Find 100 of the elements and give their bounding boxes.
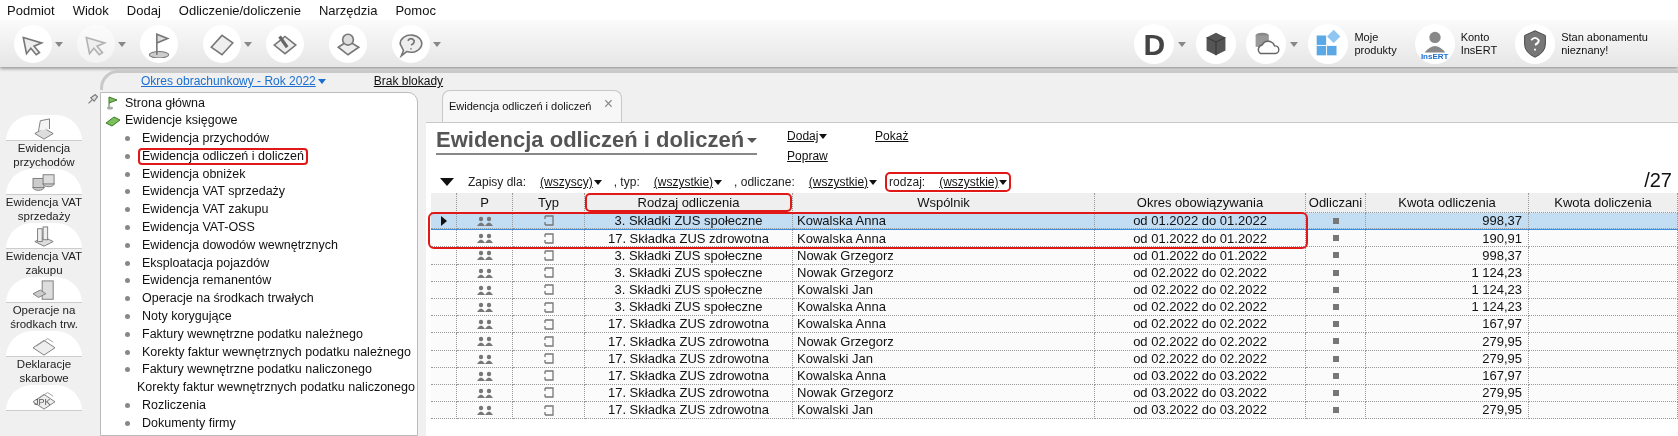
page-title[interactable]: Ewidencja odliczeń i doliczeń [436, 127, 758, 155]
shortcut-label[interactable]: Deklaracje skarbowe [4, 357, 84, 385]
shortcut-button[interactable] [6, 115, 82, 141]
record-type-icon [543, 267, 554, 279]
tree-item[interactable]: Rozliczenia [138, 396, 210, 414]
record-type-icon [543, 301, 554, 313]
tree-item[interactable]: Ewidencja dowodów wewnętrznych [138, 236, 342, 254]
table-cell: 1 124,23 [1471, 281, 1522, 298]
column-header[interactable]: Odliczani [1306, 193, 1365, 212]
toolbar-button[interactable] [203, 25, 241, 63]
tree-item[interactable]: Ewidencje księgowe [125, 111, 238, 131]
shortcut-label[interactable]: Operacje na środkach trw. [4, 303, 84, 331]
period-link[interactable]: Okres obrachunkowy - Rok 2022 [141, 72, 326, 90]
table-cell: 998,37 [1482, 247, 1522, 264]
filter-dropdown[interactable]: (wszystkie) [653, 173, 723, 191]
people-icon [476, 319, 493, 330]
menu-item[interactable]: Dodaj [126, 0, 161, 21]
caret-icon[interactable] [1290, 41, 1299, 47]
table-row[interactable]: 17. Składka ZUS zdrowotna Kowalski Jan od 03.2022 do 03.2022 279,95 [431, 402, 1678, 420]
tree-item[interactable]: Faktury wewnętrzne podatku naliczonego [138, 361, 376, 379]
column-header[interactable]: P [474, 193, 495, 212]
shortcut-button[interactable] [6, 331, 82, 357]
toolbar-button[interactable]: D [1134, 24, 1175, 64]
table-row[interactable]: 17. Składka ZUS zdrowotna Kowalska Anna od 02.2022 do 02.2022 167,97 [431, 316, 1678, 334]
filter-dropdown[interactable]: (wszystkie) [808, 173, 878, 191]
action-link[interactable]: Dodaj [787, 127, 876, 145]
lock-status-link[interactable]: Brak blokady [373, 72, 444, 90]
table-cell: od 02.2022 do 02.2022 [1133, 333, 1267, 350]
caret-icon[interactable] [1178, 41, 1187, 47]
menu-item[interactable]: Widok [72, 0, 109, 21]
tree-item[interactable]: Ewidencja odliczeń i doliczeń [138, 147, 308, 165]
caret-icon[interactable] [433, 41, 441, 47]
menu-item[interactable]: Narzędzia [318, 0, 378, 21]
tree-item[interactable]: Operacje na środkach trwałych [138, 290, 318, 308]
table-cell: 3. Składki ZUS społeczne [614, 247, 763, 264]
toolbar-button[interactable] [1196, 24, 1237, 64]
caret-icon[interactable] [244, 41, 252, 47]
shortcut-button[interactable] [6, 277, 82, 303]
table-cell: 17. Składka ZUS zdrowotna [607, 384, 770, 402]
toolbar-button[interactable] [14, 25, 52, 63]
toolbar-button[interactable] [392, 25, 430, 63]
table-row[interactable]: 3. Składki ZUS społeczne Nowak Grzegorz od 01.2022 do 01.2022 998,37 [431, 247, 1678, 265]
filter-dropdown[interactable]: (wszyscy) [540, 173, 602, 191]
column-header[interactable]: Kwota odliczenia [1392, 193, 1502, 212]
table-cell: od 01.2022 do 01.2022 [1133, 247, 1267, 264]
bullet-icon [125, 313, 130, 319]
tree-item[interactable]: Ewidencja obniżek [138, 165, 250, 183]
table-cell: od 02.2022 do 02.2022 [1133, 281, 1267, 298]
tree-item[interactable]: Ewidencja VAT zakupu [138, 201, 273, 219]
table-row[interactable]: 17. Składka ZUS zdrowotna Kowalska Anna od 01.2022 do 01.2022 190,91 [431, 230, 1678, 248]
tree-item[interactable]: Faktury wewnętrzne podatku należnego [138, 325, 367, 343]
tree-item[interactable]: Ewidencja remanentów [138, 272, 276, 290]
tree-item[interactable]: Dokumenty firmy [138, 414, 240, 432]
tree-item[interactable]: Noty korygujące [138, 307, 236, 325]
table-cell: od 02.2022 do 02.2022 [1133, 316, 1267, 333]
table-cell: Kowalski Jan [797, 281, 873, 298]
column-header[interactable]: Kwota doliczenia [1548, 193, 1658, 212]
table-cell: Nowak Grzegorz [797, 384, 894, 402]
pin-icon[interactable] [88, 94, 98, 104]
tree-item[interactable]: Ewidencja VAT-OSS [138, 218, 259, 236]
toolbar-button[interactable] [1515, 24, 1556, 64]
column-header[interactable]: Typ [532, 193, 565, 212]
action-link[interactable]: Pokaż [875, 127, 909, 145]
shortcut-button[interactable] [6, 169, 82, 195]
tree-item[interactable]: Korekty faktur wewnętrznych podatku naliczonego [133, 379, 417, 397]
shortcut-label[interactable]: Ewidencja VAT zakupu [4, 249, 84, 277]
toolbar-button[interactable] [266, 25, 304, 63]
column-header[interactable]: Wspólnik [911, 193, 976, 212]
bullet-icon [125, 189, 130, 195]
people-icon [476, 370, 493, 381]
table-row[interactable]: 3. Składki ZUS społeczne Kowalska Anna od 01.2022 do 01.2022 998,37 [431, 213, 1678, 231]
document-tab[interactable]: Ewidencja odliczeń i doliczeń × [442, 90, 622, 122]
shortcut-label[interactable]: Ewidencja przychodów [4, 141, 84, 169]
shortcut-button[interactable]: JPK [6, 385, 82, 411]
table-cell: 190,91 [1482, 230, 1522, 247]
bullet-icon [125, 420, 130, 426]
column-header[interactable]: Okres obowiązywania [1130, 193, 1270, 212]
table-cell: 167,97 [1482, 367, 1522, 384]
toolbar-button[interactable] [140, 25, 178, 63]
tree-item[interactable]: Ewidencja przychodów [138, 130, 274, 147]
table-cell: Kowalska Anna [797, 213, 886, 229]
shortcut-button[interactable] [6, 223, 82, 249]
toolbar-button[interactable] [329, 25, 367, 63]
column-header[interactable]: Rodzaj odliczenia [585, 193, 792, 212]
table-row[interactable]: 17. Składka ZUS zdrowotna Nowak Grzegorz od 02.2022 do 02.2022 279,95 [431, 333, 1678, 351]
caret-icon[interactable] [55, 41, 63, 47]
action-link[interactable]: Popraw [787, 147, 876, 165]
menu-item[interactable]: Podmiot [7, 0, 55, 21]
menu-item[interactable]: Pomoc [395, 0, 436, 21]
menu-item[interactable]: Odliczenie/doliczenie [178, 0, 301, 21]
shortcut-label[interactable]: Ewidencja VAT sprzedaży [4, 195, 84, 223]
toolbar-button[interactable] [1246, 24, 1287, 64]
filter-dropdown[interactable]: (wszystkie) [939, 173, 1008, 191]
tree-item[interactable]: Eksploatacja pojazdów [138, 254, 274, 272]
tree-item[interactable]: Korekty faktur wewnętrznych podatku należnego [138, 343, 415, 361]
table-cell: 279,95 [1482, 384, 1522, 402]
tree-item[interactable]: Strona główna [125, 93, 205, 113]
tree-item[interactable]: Ewidencja VAT sprzedaży [138, 183, 290, 201]
toolbar-button[interactable]: InsERT [1414, 24, 1455, 64]
toolbar-label: Stan abonamentu nieznany! [1561, 31, 1648, 57]
